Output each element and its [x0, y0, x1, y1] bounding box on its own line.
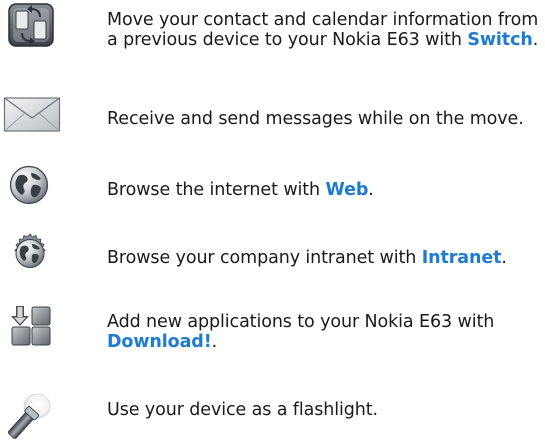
feature-web-text: Browse the internet with Web.	[107, 180, 541, 200]
feature-flashlight-text: Use your device as a flashlight.	[107, 400, 541, 420]
switch-link[interactable]: Switch	[467, 30, 532, 50]
feature-intranet-period: .	[501, 248, 507, 268]
switch-icon	[8, 3, 54, 49]
download-icon	[10, 305, 52, 347]
intranet-link[interactable]: Intranet	[422, 248, 502, 268]
download-link[interactable]: Download!	[107, 332, 212, 352]
feature-intranet-description: Browse your company intranet with	[107, 248, 422, 268]
feature-web-description: Browse the internet with	[107, 180, 326, 200]
envelope-icon	[3, 94, 61, 134]
feature-switch-period: .	[532, 30, 539, 50]
feature-switch-text: Move your contact and calendar informati…	[107, 10, 541, 50]
feature-intranet-text: Browse your company intranet with Intran…	[107, 248, 541, 268]
feature-flashlight-description: Use your device as a flashlight.	[107, 400, 379, 420]
flashlight-icon	[4, 392, 54, 444]
feature-download-description: Add new applications to your Nokia E63 w…	[107, 312, 495, 332]
globe-icon	[9, 165, 49, 205]
feature-messaging-description: Receive and send messages while on the m…	[107, 109, 524, 129]
web-link[interactable]: Web	[326, 180, 369, 200]
feature-download-text: Add new applications to your Nokia E63 w…	[107, 312, 541, 352]
feature-web-period: .	[368, 180, 374, 200]
feature-messaging-text: Receive and send messages while on the m…	[107, 109, 541, 129]
intranet-globe-icon	[10, 233, 50, 273]
feature-download-period: .	[211, 332, 218, 352]
